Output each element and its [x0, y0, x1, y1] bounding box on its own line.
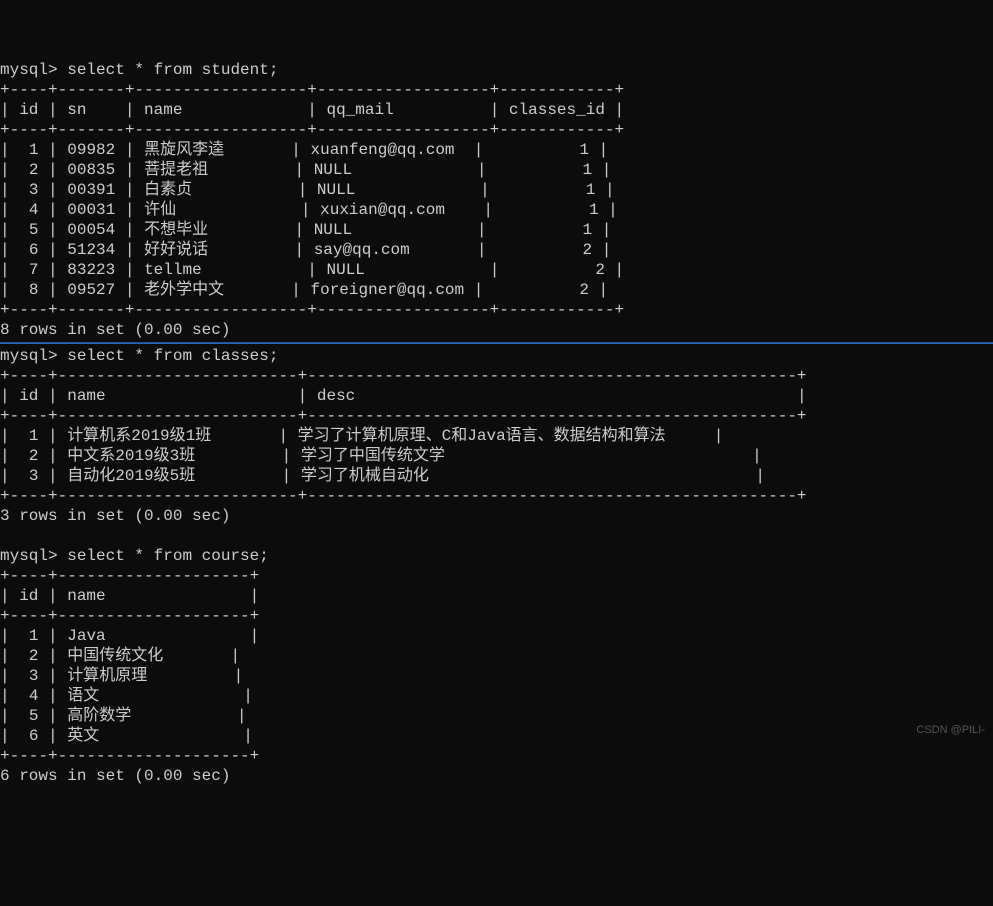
table-row: | 5 | 00054 | 不想毕业 | NULL | 1 | — [0, 221, 611, 239]
table-border: +----+--------------------+ — [0, 567, 259, 585]
query2-prompt[interactable]: mysql> select * from classes; — [0, 347, 278, 365]
query3-prompt[interactable]: mysql> select * from course; — [0, 547, 269, 565]
table-border: +----+-------+------------------+-------… — [0, 81, 624, 99]
query3-footer: 6 rows in set (0.00 sec) — [0, 767, 230, 785]
query1-prompt[interactable]: mysql> select * from student; — [0, 61, 278, 79]
watermark: CSDN @PILI- — [916, 724, 985, 738]
table-header-row: | id | name | desc | — [0, 387, 807, 405]
table-row: | 3 | 00391 | 白素贞 | NULL | 1 | — [0, 181, 615, 199]
table-row: | 6 | 51234 | 好好说话 | say@qq.com | 2 | — [0, 241, 611, 259]
table-row: | 8 | 09527 | 老外学中文 | foreigner@qq.com |… — [0, 281, 608, 299]
table-row: | 3 | 自动化2019级5班 | 学习了机械自动化 | — [0, 467, 765, 485]
table-border: +----+-------+------------------+-------… — [0, 121, 624, 139]
table-header-row: | id | name | — [0, 587, 259, 605]
table-row: | 2 | 00835 | 菩提老祖 | NULL | 1 | — [0, 161, 611, 179]
query1-footer: 8 rows in set (0.00 sec) — [0, 321, 230, 339]
table-row: | 7 | 83223 | tellme | NULL | 2 | — [0, 261, 624, 279]
query2-footer: 3 rows in set (0.00 sec) — [0, 507, 230, 525]
table-row: | 2 | 中文系2019级3班 | 学习了中国传统文学 | — [0, 447, 762, 465]
table-row: | 2 | 中国传统文化 | — [0, 647, 240, 665]
table-row: | 4 | 语文 | — [0, 687, 253, 705]
table-row: | 4 | 00031 | 许仙 | xuxian@qq.com | 1 | — [0, 201, 618, 219]
table-border: +----+-------------------------+--------… — [0, 367, 807, 385]
table-border: +----+-------------------------+--------… — [0, 487, 807, 505]
table-row: | 1 | 09982 | 黑旋风李逵 | xuanfeng@qq.com | … — [0, 141, 608, 159]
table-border: +----+--------------------+ — [0, 607, 259, 625]
table-row: | 5 | 高阶数学 | — [0, 707, 246, 725]
table-header-row: | id | sn | name | qq_mail | classes_id … — [0, 101, 624, 119]
divider — [0, 342, 993, 344]
table-row: | 6 | 英文 | — [0, 727, 253, 745]
terminal-output: mysql> select * from student; +----+----… — [0, 60, 993, 340]
table-border: +----+--------------------+ — [0, 747, 259, 765]
table-border: +----+-------+------------------+-------… — [0, 301, 624, 319]
terminal-output: mysql> select * from classes; +----+----… — [0, 346, 993, 786]
table-row: | 3 | 计算机原理 | — [0, 667, 243, 685]
table-row: | 1 | Java | — [0, 627, 259, 645]
table-border: +----+-------------------------+--------… — [0, 407, 807, 425]
table-row: | 1 | 计算机系2019级1班 | 学习了计算机原理、C和Java语言、数据… — [0, 427, 723, 445]
